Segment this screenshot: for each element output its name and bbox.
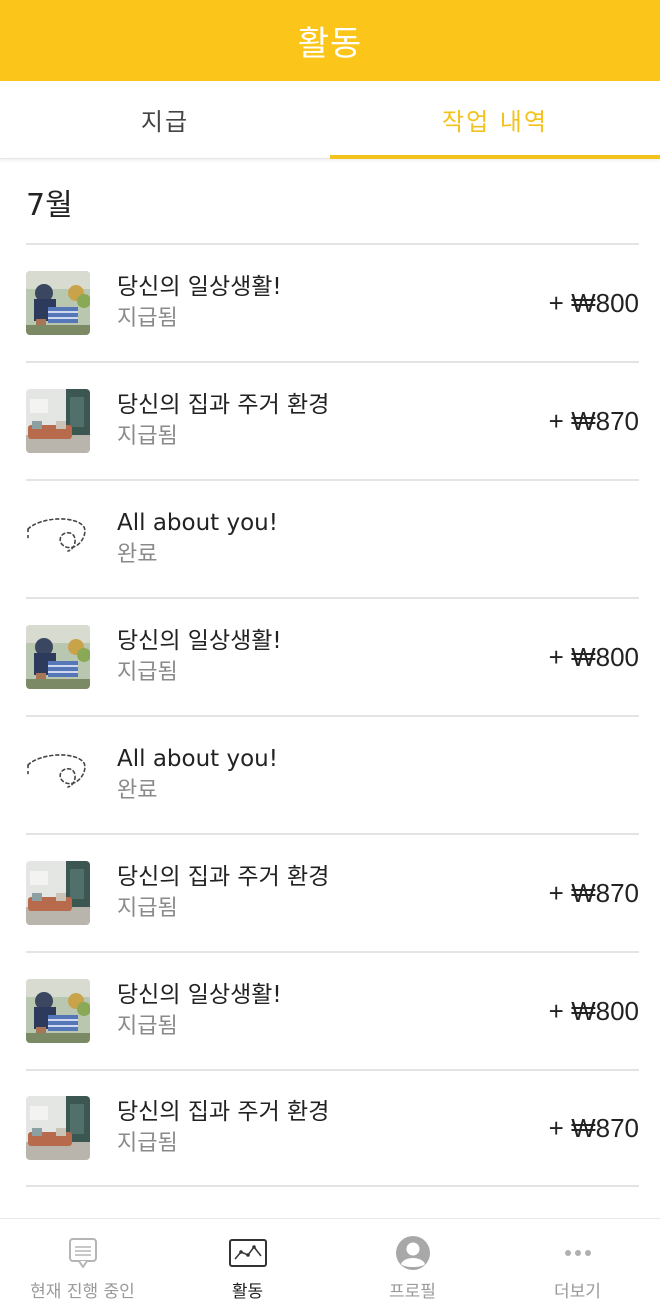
bottom-nav: 현재 진행 중인 활동 프로필 더보기: [0, 1218, 660, 1303]
profile-icon: [395, 1235, 431, 1271]
nav-item-profile[interactable]: 프로필: [330, 1219, 495, 1303]
task-thumbnail: [26, 389, 90, 453]
item-title: All about you!: [117, 746, 278, 772]
activity-icon: [228, 1235, 267, 1271]
item-amount: + ₩800: [548, 287, 639, 318]
item-texts: All about you! 완료: [117, 507, 278, 571]
task-thumbnail: [26, 271, 90, 335]
app-header: 활동: [0, 0, 660, 81]
task-thumbnail: [26, 625, 90, 689]
item-amount: + ₩800: [548, 995, 639, 1026]
item-status: 지급됨: [117, 306, 178, 331]
item-amount: + ₩870: [548, 405, 639, 436]
item-texts: All about you! 완료: [117, 743, 278, 807]
nav-label: 프로필: [389, 1282, 436, 1302]
item-title: 당신의 일상생활!: [117, 628, 282, 654]
item-texts: 당신의 일상생활! 지급됨: [117, 271, 282, 335]
item-texts: 당신의 집과 주거 환경지급됨: [117, 389, 329, 453]
item-status: 완료: [117, 542, 158, 567]
item-title: 당신의 집과 주거 환경: [117, 864, 330, 890]
nav-item-activity[interactable]: 활동: [165, 1219, 330, 1303]
item-amount: + ₩800: [548, 641, 639, 672]
item-status: 지급됨: [117, 1131, 178, 1156]
tab-bar: 지급 작업 내역: [0, 81, 660, 159]
page-title: 활동: [297, 24, 363, 64]
list-item[interactable]: 당신의 일상생활! 지급됨 + ₩800: [26, 243, 639, 361]
item-title: 당신의 일상생활!: [117, 982, 282, 1008]
item-texts: 당신의 집과 주거 환경지급됨: [117, 1096, 329, 1160]
item-texts: 당신의 집과 주거 환경지급됨: [117, 861, 329, 925]
list-item[interactable]: 당신의 집과 주거 환경지급됨 + ₩870: [26, 833, 639, 951]
dashed-path-icon: [26, 743, 90, 807]
item-amount: + ₩870: [548, 877, 639, 908]
dashed-path-icon: [26, 507, 90, 571]
activity-list: 당신의 일상생활! 지급됨 + ₩800 당신의 집과 주거 환경 지급됨 + ₩870 A…: [26, 243, 639, 1187]
item-texts: 당신의 일상생활! 지급됨: [117, 625, 282, 689]
nav-item-in-progress[interactable]: 현재 진행 중인: [0, 1219, 165, 1303]
nav-item-more[interactable]: 더보기: [495, 1219, 660, 1303]
tab-payments[interactable]: 지급: [0, 81, 330, 158]
item-status: 지급됨: [117, 424, 178, 449]
task-thumbnail: [26, 1096, 90, 1160]
nav-label: 활동: [231, 1282, 264, 1302]
item-status: 지급됨: [117, 896, 178, 921]
item-status: 지급됨: [117, 660, 178, 685]
list-item[interactable]: 당신의 집과 주거 환경지급됨 + ₩870: [26, 1069, 639, 1187]
task-thumbnail: [26, 979, 90, 1043]
item-amount: + ₩870: [548, 1112, 639, 1143]
more-icon: [564, 1235, 592, 1271]
message-icon: [68, 1235, 98, 1271]
item-title: 당신의 집과 주거 환경: [117, 392, 330, 418]
task-thumbnail: [26, 861, 90, 925]
month-heading: 7월: [26, 188, 73, 223]
nav-label: 더보기: [554, 1282, 601, 1302]
nav-label: 현재 진행 중인: [30, 1282, 135, 1302]
list-item[interactable]: 당신의 일상생활! 지급됨 + ₩800: [26, 597, 639, 715]
item-title: All about you!: [117, 510, 278, 536]
tab-work-history[interactable]: 작업 내역: [330, 81, 660, 159]
list-item[interactable]: 당신의 일상생활! 지급됨 + ₩800: [26, 951, 639, 1069]
list-item[interactable]: All about you! 완료: [26, 479, 639, 597]
list-item[interactable]: 당신의 집과 주거 환경지급됨 + ₩870: [26, 361, 639, 479]
item-status: 완료: [117, 778, 158, 803]
list-item[interactable]: All about you! 완료: [26, 715, 639, 833]
item-texts: 당신의 일상생활! 지급됨: [117, 979, 282, 1043]
item-title: 당신의 집과 주거 환경: [117, 1099, 330, 1125]
item-title: 당신의 일상생활!: [117, 274, 282, 300]
item-status: 지급됨: [117, 1014, 178, 1039]
